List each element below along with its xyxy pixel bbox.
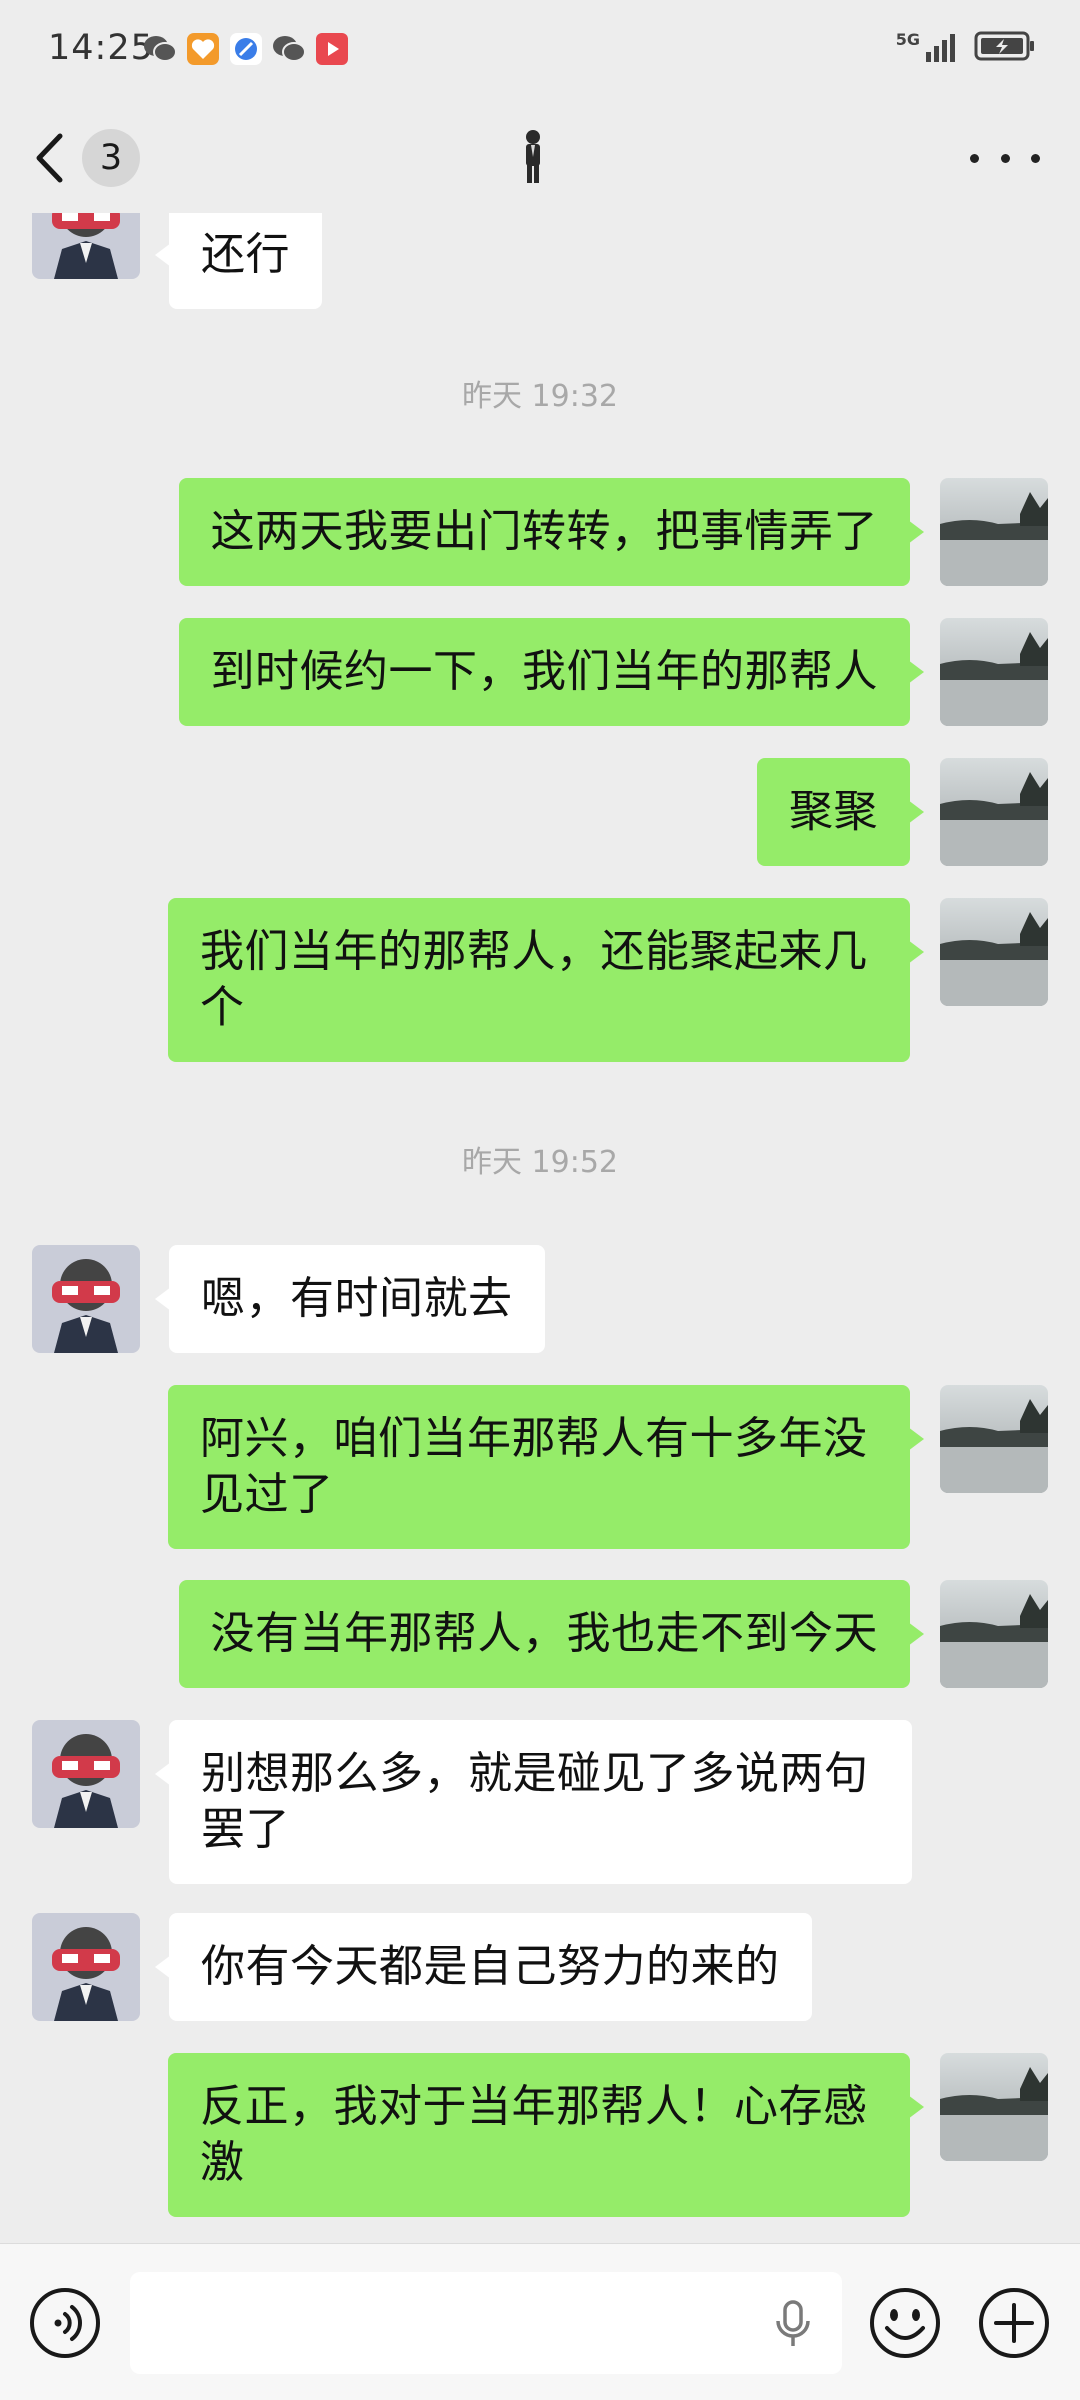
voice-wave-icon bbox=[30, 2288, 100, 2358]
input-bar bbox=[0, 2243, 1080, 2400]
message-input[interactable] bbox=[130, 2272, 842, 2374]
contact-avatar[interactable] bbox=[32, 213, 140, 279]
my-avatar[interactable] bbox=[940, 618, 1048, 726]
message-list[interactable]: 还行 昨天 19:32 这两天我要出门转转，把事情弄了 到时候约一下，我们当年的… bbox=[0, 213, 1080, 2243]
contact-avatar[interactable] bbox=[32, 1720, 140, 1828]
contact-avatar[interactable] bbox=[32, 1245, 140, 1353]
browser-icon bbox=[229, 32, 263, 66]
more-dot-icon bbox=[970, 153, 979, 163]
emoji-button[interactable] bbox=[868, 2286, 942, 2360]
more-dot-icon bbox=[1031, 153, 1040, 163]
back-button[interactable]: 3 bbox=[34, 125, 140, 191]
person-figure-icon bbox=[526, 130, 540, 183]
more-options-button[interactable] bbox=[970, 135, 1040, 181]
wechat-icon bbox=[143, 32, 177, 66]
message-bubble-incoming[interactable]: 还行 bbox=[155, 213, 322, 309]
message-bubble-outgoing[interactable]: 没有当年那帮人，我也走不到今天 bbox=[178, 1580, 924, 1688]
my-avatar[interactable] bbox=[940, 758, 1048, 866]
chat-title[interactable] bbox=[515, 127, 551, 187]
status-bar: 14:25 5G bbox=[0, 0, 1080, 105]
notification-icons bbox=[143, 32, 349, 66]
message-timestamp: 昨天 19:32 bbox=[462, 379, 618, 414]
message-bubble-incoming[interactable]: 你有今天都是自己努力的来的 bbox=[155, 1913, 812, 2021]
message-bubble-outgoing[interactable]: 我们当年的那帮人，还能聚起来几个 bbox=[168, 898, 924, 1062]
chat-header: 3 bbox=[0, 105, 1080, 213]
message-timestamp: 昨天 19:52 bbox=[462, 1145, 618, 1180]
message-bubble-outgoing[interactable]: 反正，我对于当年那帮人！心存感激 bbox=[168, 2053, 924, 2217]
message-bubble-outgoing[interactable]: 聚聚 bbox=[757, 758, 924, 866]
status-time: 14:25 bbox=[48, 28, 154, 68]
voice-mode-button[interactable] bbox=[28, 2286, 102, 2360]
signal-icon: 5G bbox=[896, 32, 960, 64]
unread-count-badge: 3 bbox=[82, 129, 140, 187]
more-dot-icon bbox=[1000, 153, 1010, 163]
message-bubble-outgoing[interactable]: 到时候约一下，我们当年的那帮人 bbox=[178, 618, 924, 726]
status-indicators: 5G bbox=[896, 30, 1036, 66]
my-avatar[interactable] bbox=[940, 2053, 1048, 2161]
chat-screen: 14:25 5G 3 还行 昨天 19:32 这两天我要出门转转，把事情弄了 到… bbox=[0, 0, 1080, 2400]
smiley-icon bbox=[870, 2288, 940, 2358]
wechat-icon bbox=[272, 32, 306, 66]
video-app-icon bbox=[315, 32, 349, 66]
message-bubble-outgoing[interactable]: 阿兴，咱们当年那帮人有十多年没见过了 bbox=[168, 1385, 924, 1549]
message-bubble-incoming[interactable]: 别想那么多，就是碰见了多说两句罢了 bbox=[155, 1720, 912, 1884]
battery-icon bbox=[974, 30, 1036, 66]
contact-avatar[interactable] bbox=[32, 1913, 140, 2021]
chevron-left-icon bbox=[36, 133, 63, 183]
message-bubble-incoming[interactable]: 嗯，有时间就去 bbox=[155, 1245, 545, 1353]
more-functions-button[interactable] bbox=[977, 2286, 1051, 2360]
message-bubble-outgoing[interactable]: 这两天我要出门转转，把事情弄了 bbox=[178, 478, 924, 586]
my-avatar[interactable] bbox=[940, 478, 1048, 586]
heart-app-icon bbox=[186, 32, 220, 66]
my-avatar[interactable] bbox=[940, 1580, 1048, 1688]
network-type: 5G bbox=[895, 30, 920, 49]
microphone-icon[interactable] bbox=[770, 2299, 816, 2349]
my-avatar[interactable] bbox=[940, 898, 1048, 1006]
plus-circle-icon bbox=[979, 2288, 1049, 2358]
my-avatar[interactable] bbox=[940, 1385, 1048, 1493]
